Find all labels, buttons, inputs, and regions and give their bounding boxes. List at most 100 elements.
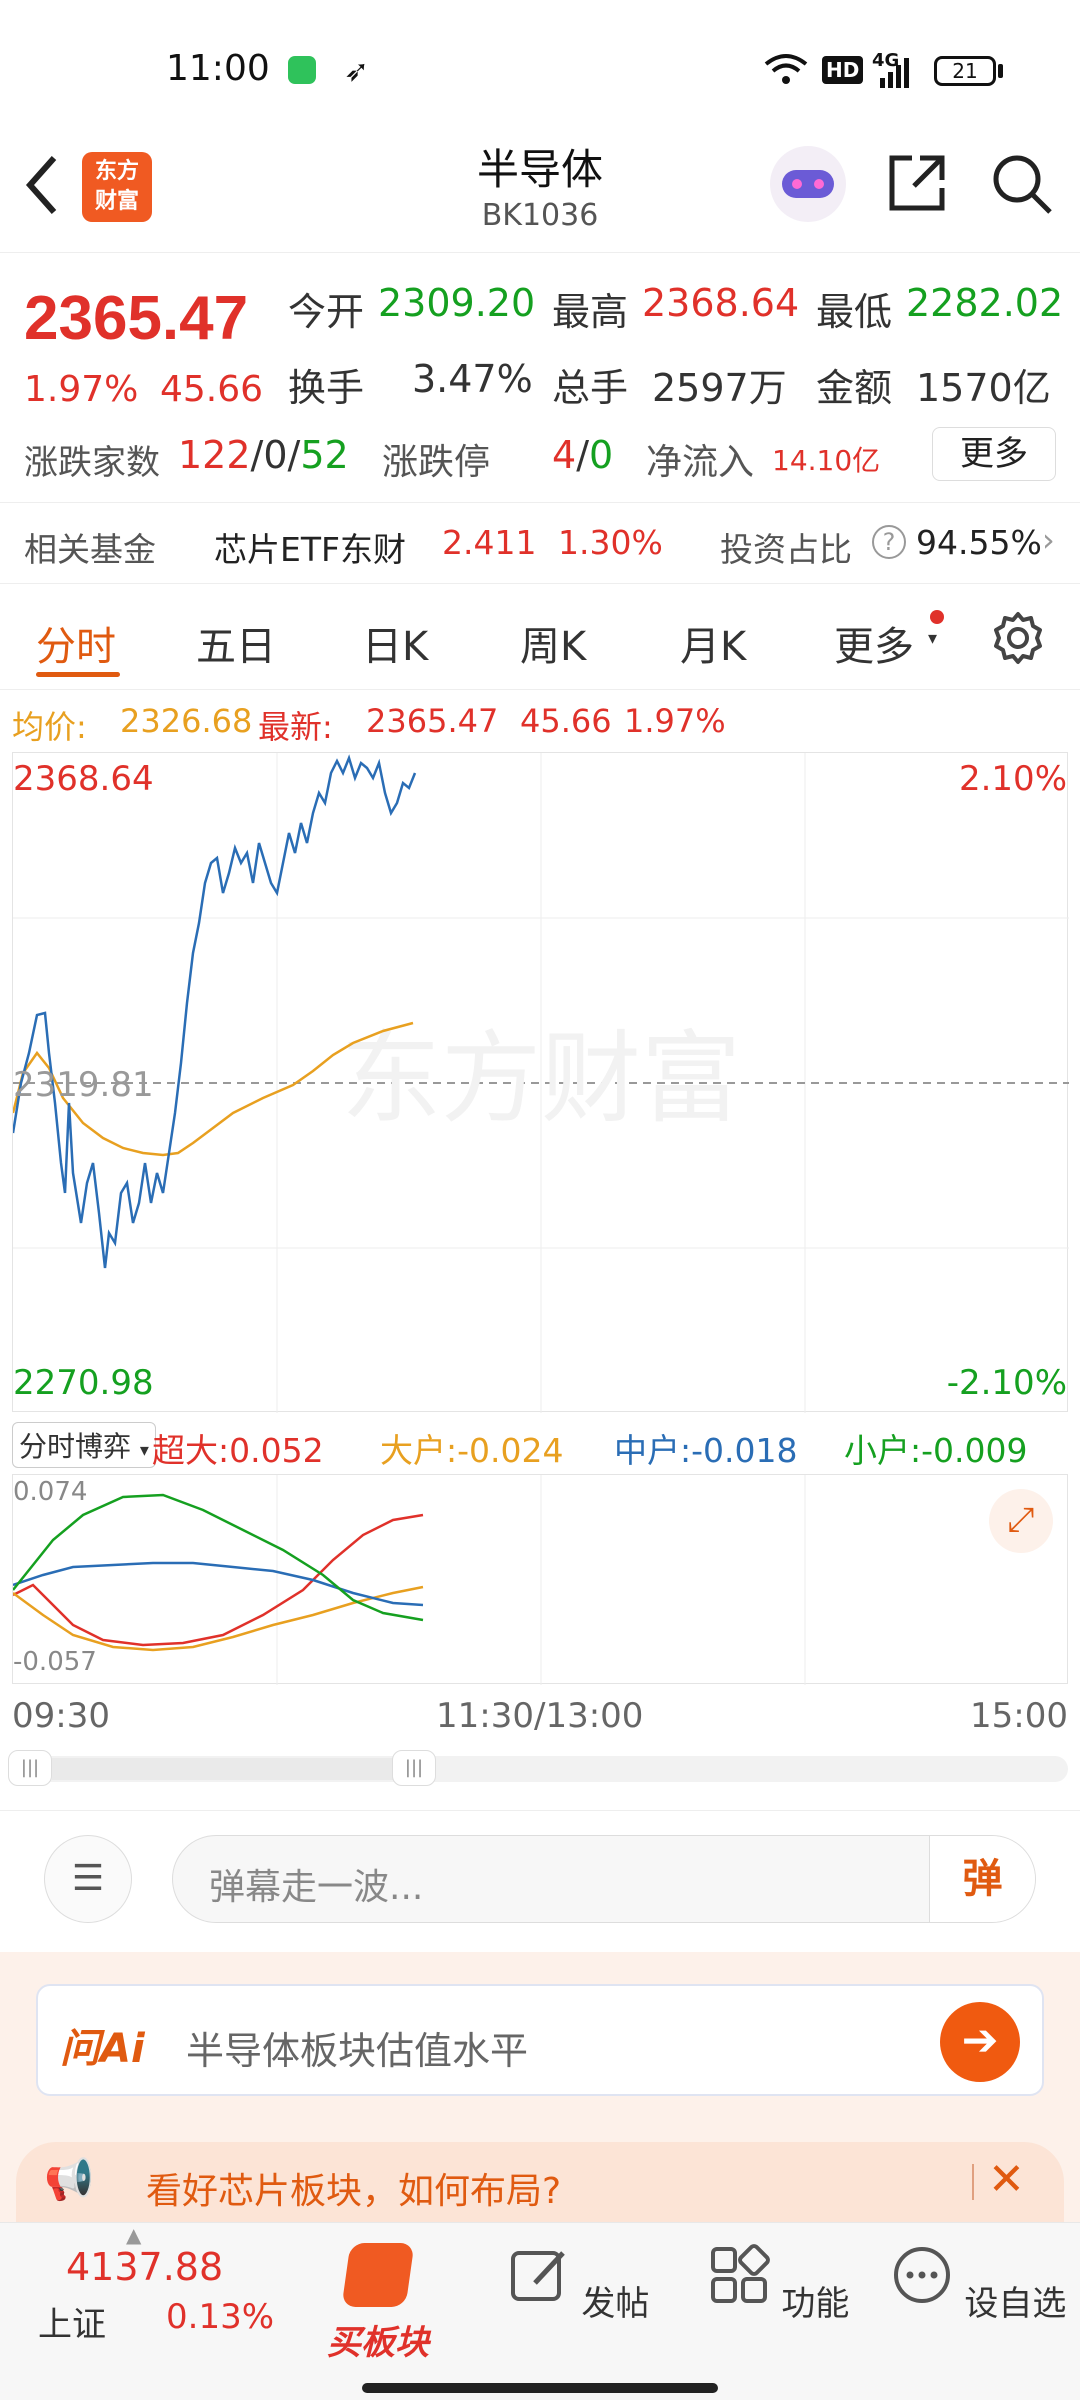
open-label: 今开	[288, 290, 365, 334]
time-axis: 09:30 11:30/13:00 15:00	[0, 1696, 1080, 1740]
fund-name[interactable]: 芯片ETF东财	[214, 523, 406, 571]
small-flow-value: -0.009	[921, 1431, 1028, 1470]
tab-monthly-k[interactable]: 月K	[680, 614, 746, 672]
change-pct: 1.97%	[24, 369, 139, 410]
caret-down-icon: ▾	[139, 1440, 149, 1461]
time-end: 15:00	[970, 1696, 1068, 1736]
slider-left-handle[interactable]: |||	[8, 1750, 52, 1786]
nav-functions[interactable]: 功能	[678, 2223, 878, 2373]
ai-submit-button[interactable]: ➔	[940, 2002, 1020, 2082]
intraday-chart[interactable]: 东方财富 2368.64 2319.81 2270.98 2.10% -2.10…	[12, 752, 1069, 1413]
related-fund-row[interactable]: 相关基金 芯片ETF东财 2.411 1.30% 投资占比 ? 94.55% ›	[0, 502, 1080, 584]
tab-five-day[interactable]: 五日	[196, 614, 276, 672]
mid-flow-line	[13, 1561, 424, 1607]
breadth-sep-1: /	[250, 433, 264, 477]
high-value: 2368.64	[642, 281, 800, 325]
breadth-values: 122/0/52	[178, 433, 349, 477]
signal-icon	[880, 58, 909, 88]
money-flow-chart[interactable]: 0.074 -0.057 ⤢	[12, 1474, 1068, 1685]
promo-banner[interactable]: 📢 看好芯片板块，如何布局? ✕	[0, 2142, 1080, 2222]
tab-daily-k[interactable]: 日K	[362, 614, 428, 672]
last-change: 45.66	[520, 702, 612, 740]
mid-flow-label: 中户:	[614, 1431, 692, 1470]
quote-panel: 2365.47 1.97% 45.66 今开 2309.20 最高 2368.6…	[0, 252, 1080, 502]
tab-more[interactable]: 更多	[834, 614, 914, 672]
last-pct: 1.97%	[624, 702, 726, 740]
danmu-bar: ☰ 弹幕走一波... 弹	[0, 1810, 1080, 1950]
top-price-label: 2368.64	[13, 759, 154, 799]
search-icon[interactable]	[990, 152, 1054, 216]
range-slider[interactable]: ||| |||	[8, 1750, 1068, 1786]
dropdown-caret-icon: ▾	[928, 628, 938, 649]
flow-selector[interactable]: 分时博弈 ▾	[12, 1422, 156, 1468]
small-flow-label: 小户:	[844, 1431, 922, 1470]
amount-label: 金额	[816, 366, 893, 410]
super-flow: 超大:0.052	[152, 1424, 324, 1472]
down-count: 52	[300, 433, 349, 477]
turnover-label: 换手	[288, 366, 365, 410]
high-label: 最高	[552, 290, 629, 334]
ai-robot-avatar[interactable]	[770, 146, 846, 222]
mid-flow: 中户:-0.018	[614, 1424, 798, 1472]
nav-post-label: 发帖	[581, 2284, 650, 2324]
flat-count: 0	[263, 433, 288, 477]
help-icon[interactable]: ?	[872, 525, 906, 559]
battery-icon: 21	[934, 56, 996, 86]
time-mid: 11:30/13:00	[436, 1696, 644, 1736]
bottom-pct-label: -2.10%	[946, 1363, 1067, 1403]
close-icon[interactable]: ✕	[988, 2154, 1025, 2205]
low-label: 最低	[816, 290, 893, 334]
flow-max-label: 0.074	[13, 1477, 88, 1507]
index-name: 上证	[38, 2305, 106, 2345]
index-ticker[interactable]: ▲ 4137.88 上证 0.13%	[0, 2223, 290, 2373]
last-price: 2365.47	[24, 284, 249, 353]
amount-value: 1570亿	[916, 366, 1051, 410]
super-flow-value: 0.052	[229, 1431, 324, 1470]
volume-value: 2597万	[652, 366, 787, 410]
fund-label: 相关基金	[24, 530, 156, 569]
danmu-input[interactable]: 弹幕走一波... 弹	[172, 1835, 1036, 1923]
mid-flow-value: -0.018	[691, 1431, 798, 1470]
chart-watermark: 东方财富	[341, 1020, 741, 1137]
nav-buy-sector[interactable]: 买板块	[278, 2223, 478, 2373]
price-line	[13, 754, 417, 1269]
large-flow-value: -0.024	[457, 1431, 564, 1470]
avg-value: 2326.68	[120, 702, 253, 740]
super-flow-line	[13, 1513, 424, 1647]
nav-post[interactable]: 发帖	[478, 2223, 678, 2373]
turnover-value: 3.47%	[412, 357, 533, 401]
nav-functions-label: 功能	[781, 2284, 850, 2324]
more-circle-icon	[893, 2247, 950, 2303]
arrow-right-icon: ➔	[961, 2015, 999, 2066]
grid-icon	[710, 2244, 770, 2303]
price-info-bar: 均价: 2326.68 最新: 2365.47 45.66 1.97%	[0, 690, 1080, 752]
more-button[interactable]: 更多	[932, 427, 1056, 481]
danmu-send-button[interactable]: 弹	[929, 1836, 1035, 1922]
tab-intraday[interactable]: 分时	[36, 614, 116, 672]
prev-close-label: 2319.81	[13, 1065, 154, 1105]
fund-pct: 1.30%	[558, 523, 663, 562]
expand-icon[interactable]: ⤢	[989, 1489, 1053, 1553]
tab-weekly-k[interactable]: 周K	[520, 614, 586, 672]
edit-icon	[510, 2251, 565, 2301]
time-start: 09:30	[12, 1696, 110, 1736]
nav-add-watchlist[interactable]: 设自选	[878, 2223, 1078, 2373]
slider-right-handle[interactable]: |||	[392, 1750, 436, 1786]
slider-selection	[52, 1758, 402, 1780]
share-icon[interactable]	[886, 152, 948, 214]
gear-icon[interactable]	[990, 610, 1046, 666]
index-value: 4137.88	[66, 2245, 224, 2289]
top-pct-label: 2.10%	[958, 759, 1067, 799]
caret-up-icon: ▲	[126, 2223, 142, 2247]
ai-search-box[interactable]: 问Ai 半导体板块估值水平 ➔	[36, 1984, 1044, 2096]
home-indicator	[362, 2383, 718, 2393]
limit-up-count: 4	[552, 433, 577, 477]
danmu-settings-icon[interactable]: ☰	[44, 1835, 132, 1923]
danmu-placeholder: 弹幕走一波...	[209, 1867, 424, 1908]
promo-text: 看好芯片板块，如何布局?	[146, 2171, 562, 2212]
bottom-price-label: 2270.98	[13, 1363, 154, 1403]
battery-level: 21	[952, 59, 978, 83]
limit-down-count: 0	[589, 433, 614, 477]
buy-sector-icon	[341, 2243, 415, 2307]
hd-badge: HD	[822, 56, 864, 84]
